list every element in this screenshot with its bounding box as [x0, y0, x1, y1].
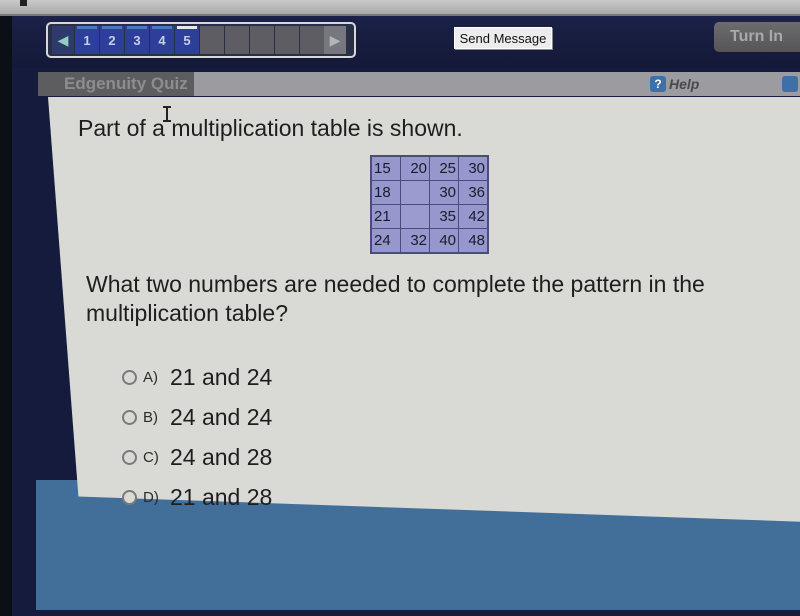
multiplication-table: 15 20 25 30 18 30 36 21 35 42 24 32 40 4… — [370, 155, 489, 254]
table-row: 18 30 36 — [370, 180, 489, 205]
question-slot-empty — [250, 26, 274, 54]
answer-options: A) 21 and 24 B) 24 and 24 C) 24 and 28 D… — [122, 357, 272, 517]
question-text: What two numbers are needed to complete … — [86, 271, 705, 326]
option-a[interactable]: A) 21 and 24 — [122, 357, 272, 397]
question-slot-empty — [300, 26, 324, 54]
table-row: 15 20 25 30 — [370, 155, 489, 181]
table-cell-missing — [400, 204, 430, 229]
question-1-button[interactable]: 1 — [75, 26, 99, 54]
table-cell: 35 — [429, 204, 459, 229]
question-slot-empty — [275, 26, 299, 54]
radio-button[interactable] — [122, 489, 137, 505]
option-text: 21 and 24 — [170, 363, 273, 390]
table-cell: 25 — [429, 155, 459, 181]
next-question-button[interactable]: ▶ — [324, 26, 346, 54]
question-slot-empty — [200, 26, 224, 54]
browser-address-strip — [0, 0, 800, 16]
table-row: 24 32 40 48 — [370, 228, 489, 254]
option-letter: C) — [143, 448, 159, 466]
help-label: Help — [669, 76, 700, 92]
table-cell: 21 — [370, 204, 401, 229]
triangle-left-icon: ◀ — [57, 31, 69, 48]
option-d[interactable]: D) 21 and 28 — [122, 477, 272, 517]
prev-question-button[interactable]: ◀ — [52, 26, 74, 54]
question-4-button[interactable]: 4 — [150, 26, 174, 54]
option-text: 24 and 24 — [170, 403, 273, 430]
question-5-button[interactable]: 5 — [175, 26, 199, 54]
question-2-button[interactable]: 2 — [100, 26, 124, 54]
table-cell: 32 — [400, 228, 430, 254]
option-letter: A) — [143, 368, 158, 386]
question-navigator: ◀ 1 2 3 4 5 ▶ — [46, 22, 356, 58]
table-cell: 18 — [370, 180, 401, 205]
table-row: 21 35 42 — [370, 204, 489, 229]
table-cell: 20 — [400, 155, 430, 181]
table-cell: 15 — [370, 155, 401, 181]
radio-button[interactable] — [122, 369, 137, 385]
turn-in-button[interactable]: Turn In — [714, 22, 800, 52]
table-cell-missing — [400, 180, 430, 205]
table-cell: 48 — [458, 228, 489, 254]
question-slot-empty — [225, 26, 249, 54]
table-cell: 30 — [429, 180, 459, 205]
option-c[interactable]: C) 24 and 28 — [122, 437, 272, 477]
quiz-title-tab: Edgenuity Quiz — [38, 72, 194, 96]
radio-button[interactable] — [122, 409, 137, 425]
table-cell: 40 — [429, 228, 459, 254]
quiz-topbar: ◀ 1 2 3 4 5 ▶ Send Message Turn In — [12, 16, 800, 68]
option-text: 21 and 28 — [170, 483, 273, 510]
table-cell: 24 — [370, 228, 401, 254]
table-cell: 36 — [458, 180, 489, 205]
page-icon — [20, 0, 27, 6]
option-text: 24 and 28 — [170, 443, 273, 470]
option-b[interactable]: B) 24 and 24 — [122, 397, 272, 437]
help-button[interactable]: ? Help — [650, 74, 699, 94]
quiz-subbar: Edgenuity Quiz ? Help — [38, 72, 800, 96]
table-cell: 42 — [458, 204, 489, 229]
send-message-button[interactable]: Send Message — [454, 27, 552, 49]
question-prompt: Part of a multiplication table is shown. — [78, 115, 463, 141]
toolbar-square-icon[interactable] — [782, 76, 798, 92]
help-icon: ? — [650, 76, 666, 92]
option-letter: B) — [143, 408, 158, 426]
text-cursor-icon — [163, 106, 171, 122]
question-3-button[interactable]: 3 — [125, 26, 149, 54]
table-cell: 30 — [458, 155, 489, 181]
triangle-right-icon: ▶ — [329, 31, 341, 48]
radio-button[interactable] — [122, 449, 137, 465]
option-letter: D) — [143, 488, 159, 506]
